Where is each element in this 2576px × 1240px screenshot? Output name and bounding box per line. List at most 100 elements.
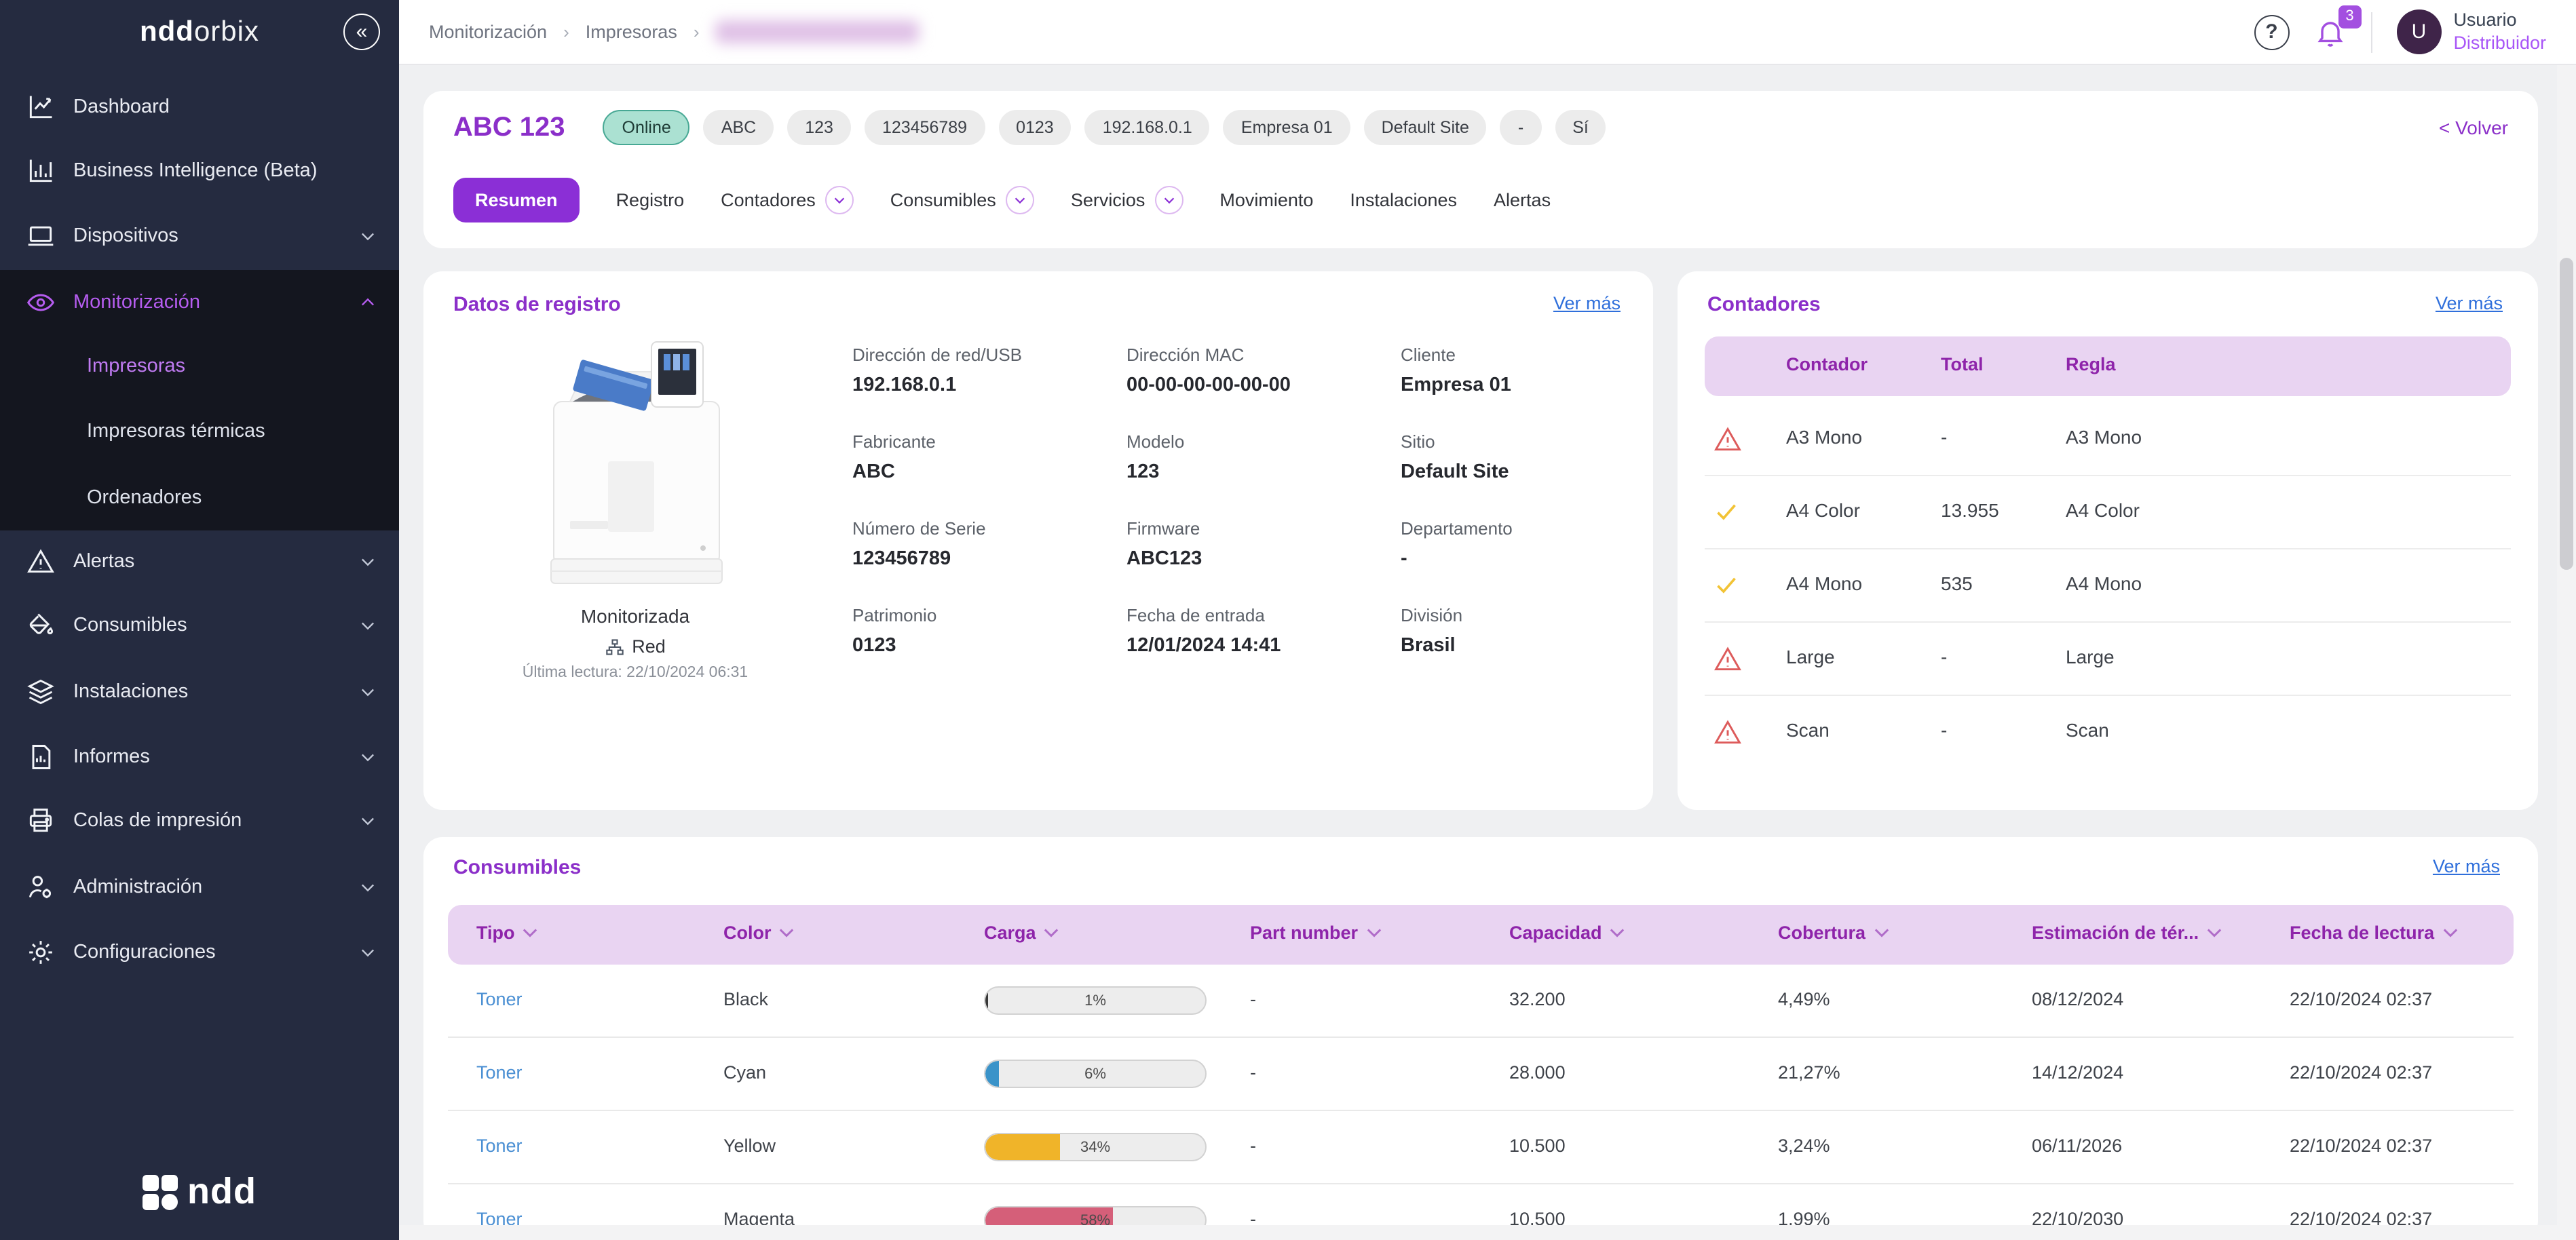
sidebar-collapse-icon[interactable]: « bbox=[343, 14, 380, 50]
field-direccion-mac: Dirección MAC 00-00-00-00-00-00 bbox=[1126, 345, 1291, 396]
sidebar-item-dashboard[interactable]: Dashboard bbox=[0, 75, 399, 140]
datos-registro-card: Datos de registro Ver más Monitorizada R… bbox=[423, 271, 1653, 810]
breadcrumb-separator: › bbox=[563, 22, 569, 42]
col-cobertura[interactable]: Cobertura bbox=[1778, 923, 1889, 943]
contadores-rows: A3 Mono - A3 Mono A4 Color 13.955 A4 Color A… bbox=[1705, 403, 2511, 769]
user-menu[interactable]: U Usuario Distribuidor bbox=[2396, 9, 2546, 55]
toner-link[interactable]: Toner bbox=[476, 1136, 523, 1156]
carga-progressbar: 34% bbox=[984, 1133, 1207, 1161]
contadores-row: Scan - Scan bbox=[1705, 696, 2511, 769]
layers-icon bbox=[24, 676, 57, 708]
sidebar-item-colas-de-impresion[interactable]: Colas de impresión bbox=[0, 788, 399, 853]
contadores-title: Contadores bbox=[1707, 293, 1821, 316]
warning-triangle-icon bbox=[24, 545, 57, 578]
consumibles-ver-mas-link[interactable]: Ver más bbox=[2433, 856, 2500, 876]
toner-link[interactable]: Toner bbox=[476, 989, 523, 1009]
sidebar-subitem-impresoras-termicas[interactable]: Impresoras térmicas bbox=[0, 399, 399, 464]
col-carga[interactable]: Carga bbox=[984, 923, 1059, 943]
back-link[interactable]: < Volver bbox=[2439, 117, 2508, 138]
avatar: U bbox=[2396, 9, 2442, 54]
sort-icon bbox=[780, 929, 794, 937]
col-tipo[interactable]: Tipo bbox=[476, 923, 538, 943]
vertical-scrollbar[interactable] bbox=[2557, 65, 2576, 1240]
toner-link[interactable]: Toner bbox=[476, 1062, 523, 1083]
chevron-down-icon[interactable] bbox=[1154, 186, 1183, 214]
sidebar-item-instalaciones[interactable]: Instalaciones bbox=[0, 659, 399, 724]
sort-icon bbox=[1044, 929, 1059, 937]
sort-icon bbox=[2442, 929, 2457, 937]
chevron-down-icon bbox=[358, 616, 377, 635]
sidebar-item-monitorizacion[interactable]: Monitorización bbox=[0, 270, 399, 335]
breadcrumb: Monitorización › Impresoras › bbox=[429, 20, 920, 43]
breadcrumb-separator: › bbox=[693, 22, 700, 42]
sort-icon bbox=[1610, 929, 1625, 937]
chevron-down-icon[interactable] bbox=[1005, 186, 1034, 214]
tab-servicios[interactable]: Servicios bbox=[1071, 186, 1183, 214]
chevron-up-icon bbox=[358, 293, 377, 312]
sidebar-item-dispositivos[interactable]: Dispositivos bbox=[0, 204, 399, 269]
field-cliente: Cliente Empresa 01 bbox=[1401, 345, 1511, 396]
col-fecha-lectura[interactable]: Fecha de lectura bbox=[2290, 923, 2457, 943]
chevron-down-icon bbox=[358, 811, 377, 830]
sidebar-subitem-impresoras[interactable]: Impresoras bbox=[0, 334, 399, 399]
ndd-mark-icon bbox=[143, 1174, 178, 1209]
field-fecha-entrada: Fecha de entrada 12/01/2024 14:41 bbox=[1126, 605, 1281, 657]
sidebar-item-configuraciones[interactable]: Configuraciones bbox=[0, 920, 399, 985]
tab-registro[interactable]: Registro bbox=[616, 190, 685, 210]
tab-alertas[interactable]: Alertas bbox=[1494, 190, 1551, 210]
tab-contadores[interactable]: Contadores bbox=[721, 186, 854, 214]
logo-ndd: ndd bbox=[139, 16, 194, 47]
printer-icon bbox=[24, 805, 57, 837]
chip-patrimonio: 0123 bbox=[998, 110, 1072, 145]
contadores-row: A3 Mono - A3 Mono bbox=[1705, 403, 2511, 476]
col-capacidad[interactable]: Capacidad bbox=[1509, 923, 1625, 943]
col-estimacion[interactable]: Estimación de tér... bbox=[2032, 923, 2222, 943]
field-direccion-red: Dirección de red/USB 192.168.0.1 bbox=[852, 345, 1022, 396]
eye-icon bbox=[24, 286, 57, 319]
chip-si: Sí bbox=[1555, 110, 1606, 145]
sidebar-item-administracion[interactable]: Administración bbox=[0, 855, 399, 920]
contadores-ver-mas-link[interactable]: Ver más bbox=[2436, 293, 2503, 313]
tab-movimiento[interactable]: Movimiento bbox=[1219, 190, 1313, 210]
chip-ip: 192.168.0.1 bbox=[1084, 110, 1210, 145]
sidebar-item-business-intelligence[interactable]: Business Intelligence (Beta) bbox=[0, 138, 399, 204]
chevron-down-icon bbox=[358, 748, 377, 767]
help-icon[interactable]: ? bbox=[2254, 14, 2290, 50]
col-part-number[interactable]: Part number bbox=[1250, 923, 1381, 943]
notification-badge: 3 bbox=[2338, 5, 2362, 28]
app-window: nddorbix « Dashboard Business Intelligen… bbox=[0, 0, 2576, 1240]
horizontal-scrollbar[interactable] bbox=[399, 1225, 2576, 1240]
chevron-down-icon bbox=[358, 878, 377, 897]
monitored-label: Monitorizada bbox=[580, 605, 690, 627]
main-content: ABC 123 Online ABC 123 123456789 0123 19… bbox=[399, 65, 2576, 1240]
tab-resumen[interactable]: Resumen bbox=[453, 178, 580, 222]
sidebar-item-alertas[interactable]: Alertas bbox=[0, 529, 399, 594]
sidebar-item-informes[interactable]: Informes bbox=[0, 724, 399, 790]
sort-icon bbox=[2207, 929, 2222, 937]
tab-instalaciones[interactable]: Instalaciones bbox=[1350, 190, 1457, 210]
registro-ver-mas-link[interactable]: Ver más bbox=[1553, 293, 1621, 313]
sidebar-subitem-ordenadores[interactable]: Ordenadores bbox=[0, 465, 399, 530]
chip-serial: 123456789 bbox=[864, 110, 985, 145]
carga-progressbar: 6% bbox=[984, 1060, 1207, 1088]
dashboard-icon bbox=[24, 91, 57, 123]
col-color[interactable]: Color bbox=[723, 923, 795, 943]
sort-icon bbox=[1366, 929, 1381, 937]
chevron-down-icon bbox=[358, 552, 377, 571]
breadcrumb-monitorizacion[interactable]: Monitorización bbox=[429, 22, 547, 42]
logo-orbix: orbix bbox=[193, 16, 259, 47]
consumible-row-black: Toner Black 1% - 32.200 4,49% 08/12/2024… bbox=[448, 965, 2514, 1038]
chevron-down-icon[interactable] bbox=[825, 186, 854, 214]
bar-chart-icon bbox=[24, 155, 57, 187]
breadcrumb-impresoras[interactable]: Impresoras bbox=[586, 22, 677, 42]
sidebar-item-consumibles[interactable]: Consumibles bbox=[0, 593, 399, 658]
chip-modelo: 123 bbox=[787, 110, 851, 145]
notifications-button[interactable]: 3 bbox=[2313, 5, 2362, 48]
scrollbar-thumb[interactable] bbox=[2560, 258, 2573, 570]
last-read-label: Última lectura: 22/10/2024 06:31 bbox=[522, 665, 749, 681]
contadores-table-header: Contador Total Regla bbox=[1705, 336, 2511, 396]
tab-consumibles[interactable]: Consumibles bbox=[890, 186, 1034, 214]
col-regla: Regla bbox=[2066, 354, 2116, 374]
col-total: Total bbox=[1941, 354, 1984, 374]
contadores-row: A4 Mono 535 A4 Mono bbox=[1705, 549, 2511, 623]
